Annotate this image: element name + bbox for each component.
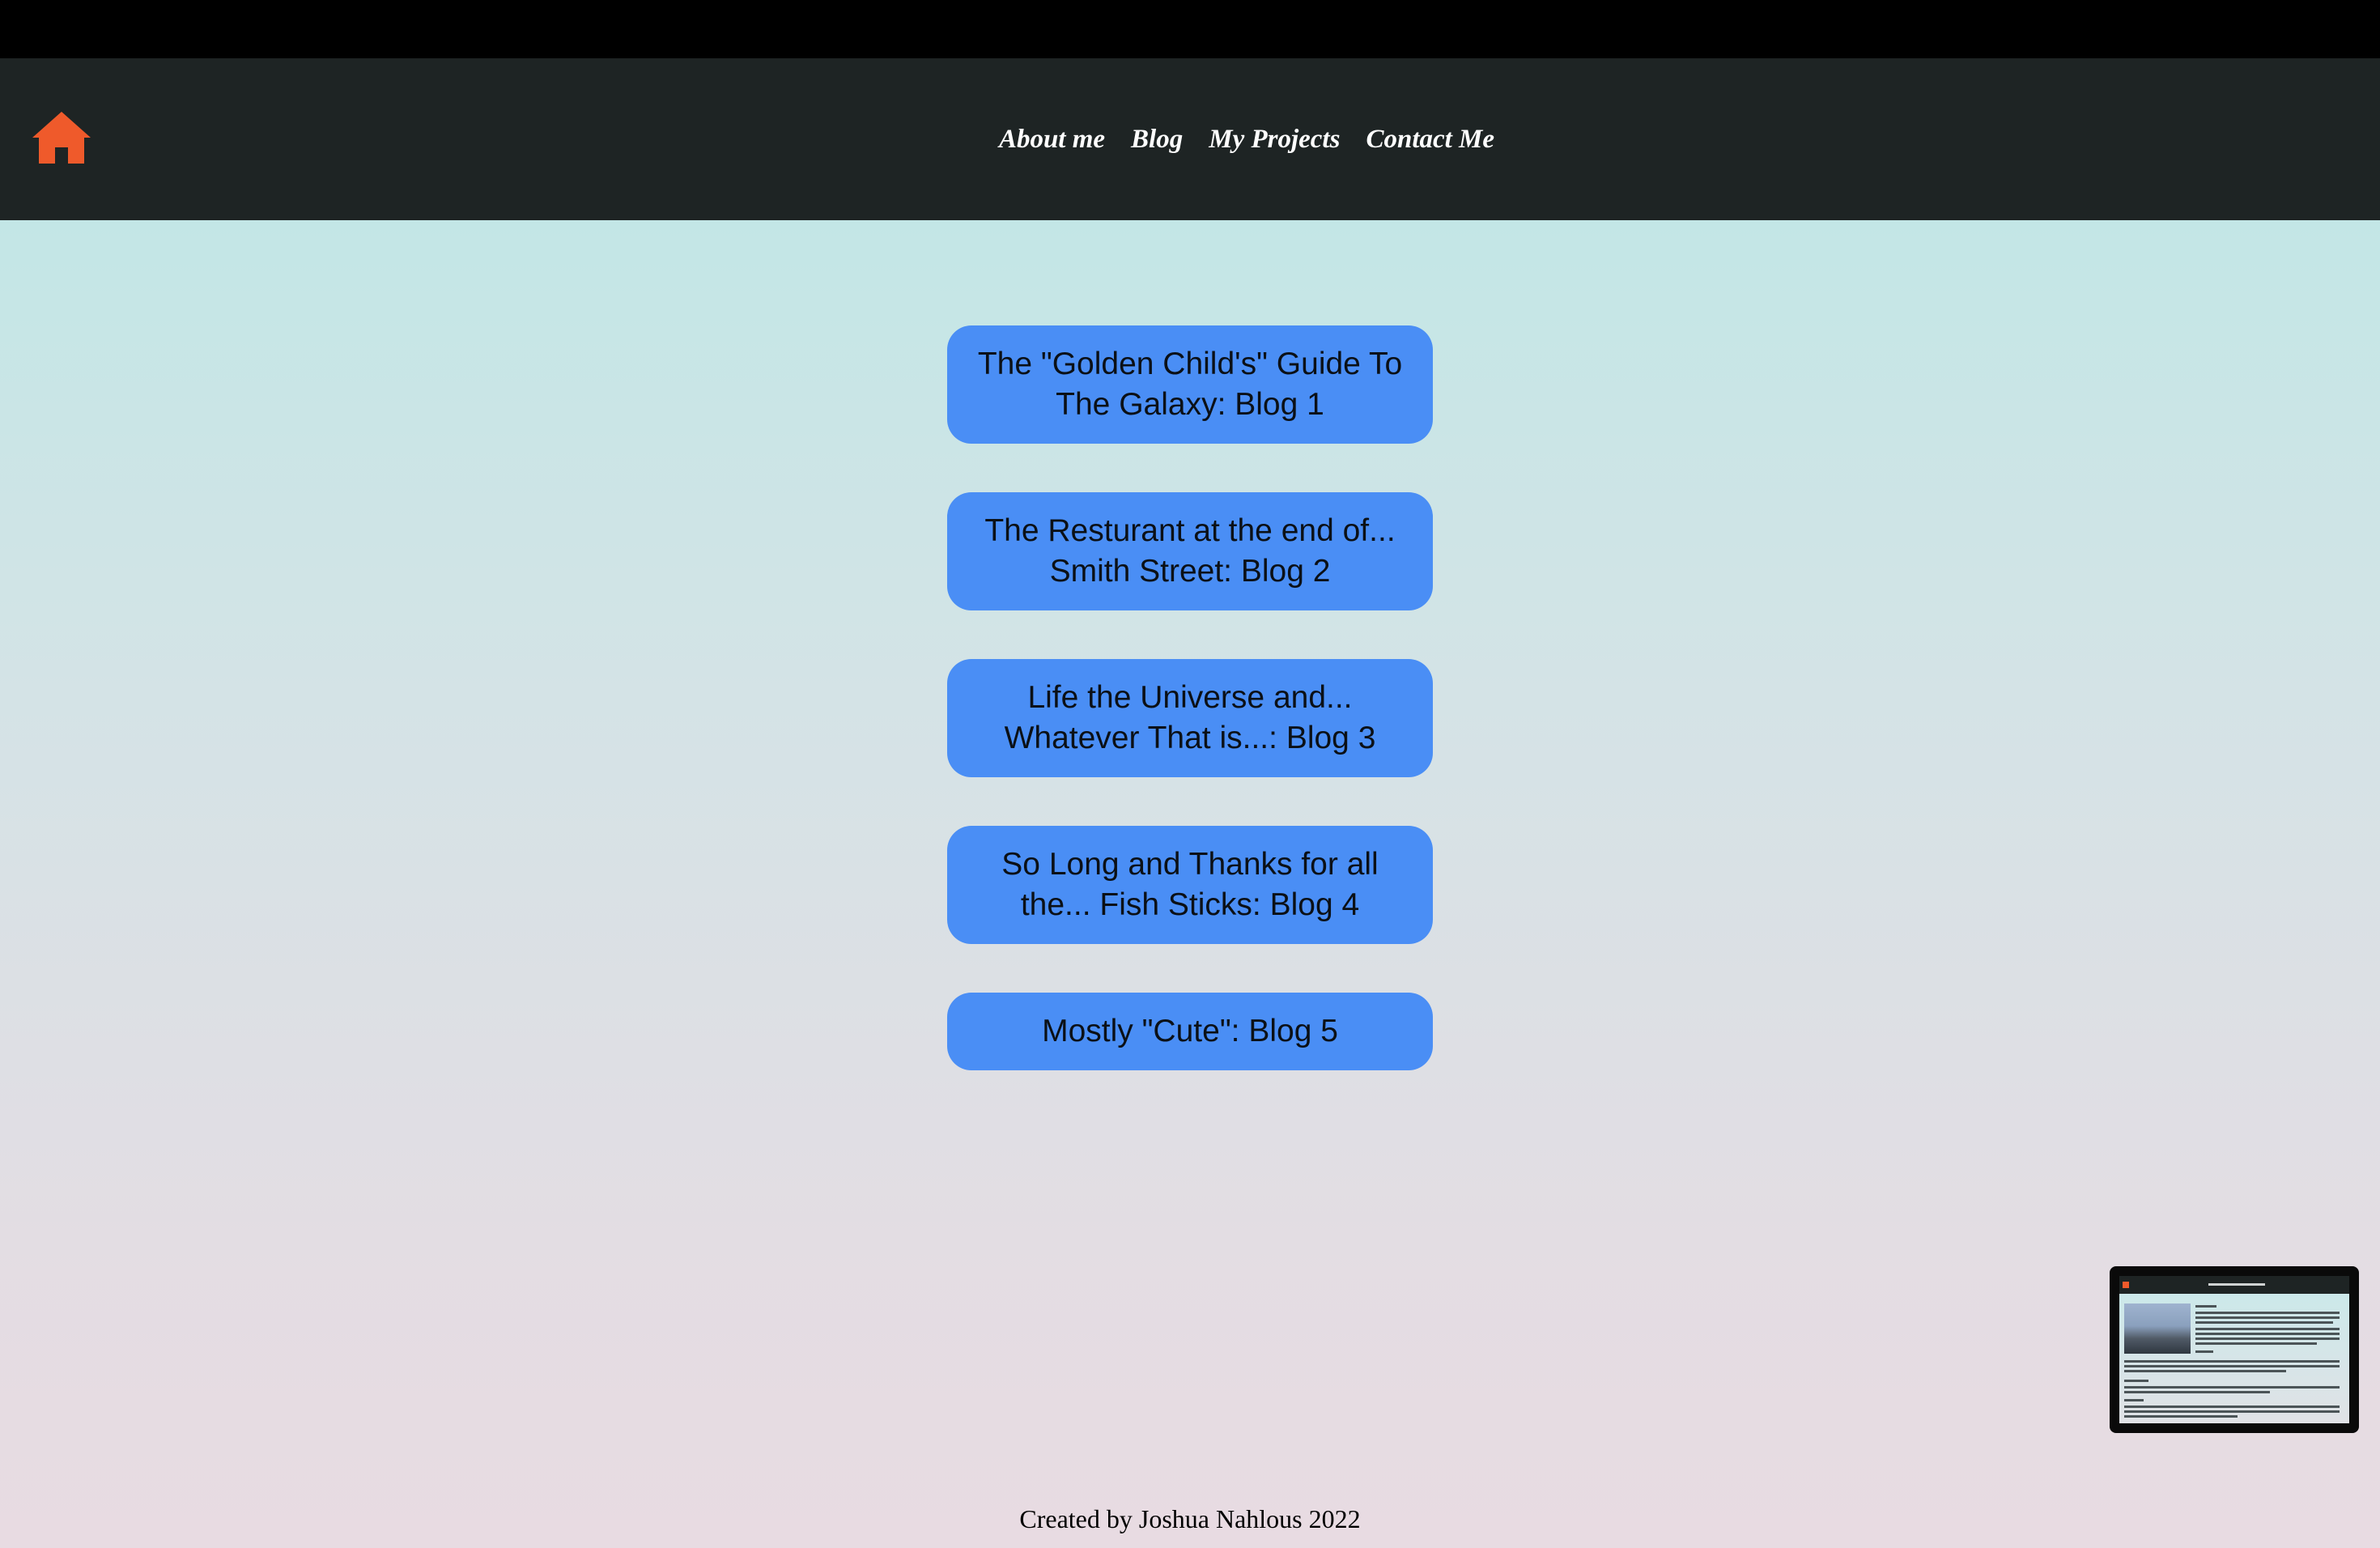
blog-list: The "Golden Child's" Guide To The Galaxy… [947,325,1433,1070]
top-black-bar [0,0,2380,58]
nav-links: About me Blog My Projects Contact Me [0,58,2380,220]
footer-credit: Created by Joshua Nahlous 2022 [1019,1504,1361,1533]
nav-link-blog[interactable]: Blog [1131,125,1183,155]
thumbnail-text-line [2124,1391,2270,1393]
nav-link-my-projects[interactable]: My Projects [1209,125,1340,155]
blog-2-button[interactable]: The Resturant at the end of... Smith Str… [947,492,1433,610]
thumbnail-text-line [2195,1342,2317,1345]
navbar: About me Blog My Projects Contact Me [0,58,2380,220]
thumbnail-text-line [2195,1337,2340,1340]
thumbnail-text-line [2124,1380,2148,1382]
thumbnail-text-line [2124,1415,2238,1418]
nav-link-about-me[interactable]: About me [999,125,1105,155]
screenshot-thumbnail-preview[interactable] [2110,1266,2359,1433]
thumbnail-text-line [2195,1333,2340,1335]
thumbnail-page-preview [2119,1276,2349,1423]
thumbnail-text-line [2124,1360,2340,1363]
thumbnail-text-line [2124,1365,2340,1367]
thumbnail-text-line [2124,1399,2144,1401]
thumbnail-text-line [2195,1316,2340,1319]
blog-4-button[interactable]: So Long and Thanks for all the... Fish S… [947,826,1433,944]
thumbnail-nav-text [2208,1283,2265,1286]
thumbnail-text-line [2195,1321,2333,1324]
thumbnail-text-line [2195,1350,2213,1353]
thumbnail-text-line [2195,1312,2340,1314]
thumbnail-text-line [2195,1328,2340,1330]
thumbnail-navbar [2119,1276,2349,1294]
thumbnail-text-line [2124,1386,2340,1389]
thumbnail-text-line [2124,1370,2286,1372]
blog-5-button[interactable]: Mostly "Cute": Blog 5 [947,993,1433,1070]
thumbnail-text-line [2124,1406,2340,1408]
blog-1-button[interactable]: The "Golden Child's" Guide To The Galaxy… [947,325,1433,444]
thumbnail-home-icon [2123,1282,2129,1288]
nav-link-contact-me[interactable]: Contact Me [1366,125,1494,155]
thumbnail-text-line [2124,1410,2340,1413]
thumbnail-photo [2124,1303,2191,1354]
blog-3-button[interactable]: Life the Universe and... Whatever That i… [947,659,1433,777]
thumbnail-text-line [2195,1305,2216,1308]
